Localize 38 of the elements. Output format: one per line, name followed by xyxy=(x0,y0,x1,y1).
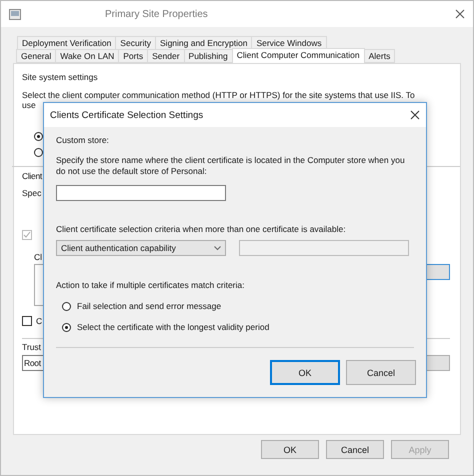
description-text: use xyxy=(22,100,36,110)
radio-button[interactable] xyxy=(62,302,71,310)
section-label: Trust xyxy=(22,342,42,352)
store-name-field[interactable] xyxy=(56,185,226,201)
checkbox[interactable] xyxy=(22,316,32,326)
field-label: Client certificate selection criteria when more than one certificate is available: xyxy=(56,224,346,234)
dialog-button[interactable]: OK xyxy=(270,360,340,385)
tab[interactable]: Alerts xyxy=(364,49,396,63)
dialog-title: Clients Certificate Selection Settings xyxy=(50,110,204,120)
close-icon[interactable] xyxy=(455,9,465,19)
criteria-dropdown[interactable]: Client authentication capability xyxy=(56,240,226,256)
tab[interactable]: Client Computer Communication xyxy=(232,48,365,63)
tab[interactable]: Deployment Verification xyxy=(17,36,116,50)
dialog-button[interactable]: Cancel xyxy=(346,360,416,385)
radio-button[interactable] xyxy=(34,148,43,157)
label-text: Cl xyxy=(34,252,42,262)
description-text: Specify the store name where the client certificate is located in the Computer store when you do not use the default store of Personal: xyxy=(56,155,406,177)
dialog-button[interactable]: Cancel xyxy=(326,440,384,459)
field-label: Action to take if multiple certificates match criteria: xyxy=(56,280,244,290)
checkbox-label: C xyxy=(36,316,42,326)
criteria-value-field[interactable] xyxy=(239,240,409,256)
label-text: Spec xyxy=(22,188,42,198)
section-heading: Site system settings xyxy=(22,72,98,82)
description-text: Select the client computer communication method (HTTP or HTTPS) for the site systems that use IIS. To xyxy=(22,90,415,100)
radio-button[interactable] xyxy=(34,132,43,141)
dialog-button[interactable]: OK xyxy=(261,440,319,459)
radio-label: Select the certificate with the longest validity period xyxy=(77,322,270,332)
radio-button[interactable] xyxy=(62,322,71,332)
close-icon[interactable] xyxy=(410,110,420,120)
tab[interactable]: Signing and Encryption xyxy=(155,36,252,50)
section-label: Client xyxy=(22,171,42,181)
chevron-down-icon xyxy=(214,246,221,250)
radio-label: Fail selection and send error message xyxy=(77,301,222,311)
tab[interactable]: Security xyxy=(115,36,156,50)
window-title: Primary Site Properties xyxy=(105,8,209,20)
window-icon xyxy=(9,8,21,20)
tab[interactable]: General xyxy=(16,49,56,63)
field-label: Custom store: xyxy=(56,135,109,145)
